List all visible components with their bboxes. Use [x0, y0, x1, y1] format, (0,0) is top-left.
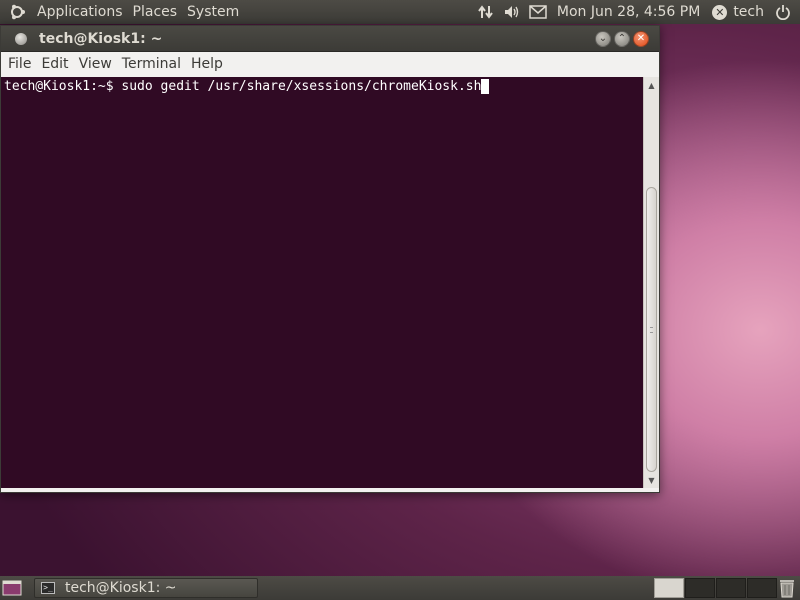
scrollbar-trough[interactable]: [646, 93, 657, 472]
workspace-2[interactable]: [685, 578, 715, 598]
menu-edit-label: Edit: [41, 56, 69, 72]
window-title: tech@Kiosk1: ~: [39, 30, 163, 47]
user-status-icon: ✕: [712, 4, 728, 20]
menu-file-label: File: [8, 56, 32, 72]
show-desktop-icon: [2, 580, 22, 596]
menu-help[interactable]: Help: [186, 52, 228, 76]
menu-file[interactable]: File: [3, 52, 36, 76]
menu-applications[interactable]: Applications: [32, 0, 128, 24]
terminal-output[interactable]: tech@Kiosk1:~$ sudo gedit /usr/share/xse…: [1, 77, 644, 488]
scroll-up-arrow-icon[interactable]: ▲: [644, 77, 659, 93]
menu-terminal[interactable]: Terminal: [117, 52, 186, 76]
text-cursor: [481, 79, 490, 94]
ubuntu-logo-icon[interactable]: [8, 3, 26, 21]
power-icon[interactable]: [772, 0, 794, 24]
menu-view-label: View: [78, 56, 112, 72]
workspace-switcher: [654, 578, 777, 598]
user-menu[interactable]: ✕ tech: [706, 4, 770, 20]
menu-edit[interactable]: Edit: [36, 52, 73, 76]
terminal-prompt: tech@Kiosk1:~$: [4, 79, 122, 94]
window-menu-icon[interactable]: [15, 32, 27, 45]
menu-system[interactable]: System: [182, 0, 244, 24]
window-titlebar[interactable]: tech@Kiosk1: ~ ⌄ ⌃ ✕: [1, 26, 659, 52]
workspace-4[interactable]: [747, 578, 777, 598]
close-button[interactable]: ✕: [633, 30, 649, 47]
window-menubar: File Edit View Terminal Help: [1, 52, 659, 76]
volume-icon[interactable]: [501, 0, 523, 24]
menu-places[interactable]: Places: [128, 0, 183, 24]
top-panel: Applications Places System Mon Jun 28, 4…: [0, 0, 800, 24]
taskbar-item-label: tech@Kiosk1: ~: [65, 580, 177, 596]
taskbar-item-terminal[interactable]: >_ tech@Kiosk1: ~: [34, 578, 258, 598]
menu-help-label: Help: [190, 56, 223, 72]
scroll-down-arrow-icon[interactable]: ▼: [644, 472, 659, 488]
scrollbar-grip-icon: [650, 326, 653, 333]
trash-icon[interactable]: [778, 578, 796, 598]
user-name: tech: [733, 4, 764, 20]
maximize-button[interactable]: ⌃: [614, 30, 630, 47]
minimize-button[interactable]: ⌄: [595, 30, 611, 47]
terminal-window[interactable]: tech@Kiosk1: ~ ⌄ ⌃ ✕ File Edit View Term…: [0, 25, 660, 493]
clock[interactable]: Mon Jun 28, 4:56 PM: [551, 0, 706, 24]
bottom-panel: >_ tech@Kiosk1: ~: [0, 576, 800, 600]
terminal-command: sudo gedit /usr/share/xsessions/chromeKi…: [121, 79, 482, 94]
network-icon[interactable]: [475, 0, 497, 24]
vertical-scrollbar[interactable]: ▲ ▼: [643, 77, 659, 488]
show-desktop-button[interactable]: [0, 576, 24, 600]
workspace-1[interactable]: [654, 578, 684, 598]
mail-icon[interactable]: [527, 0, 549, 24]
scrollbar-thumb[interactable]: [646, 187, 657, 472]
menu-view[interactable]: View: [74, 52, 117, 76]
menu-terminal-label: Terminal: [121, 56, 181, 72]
terminal-icon: >_: [41, 582, 55, 594]
workspace-3[interactable]: [716, 578, 746, 598]
window-controls: ⌄ ⌃ ✕: [595, 30, 649, 47]
